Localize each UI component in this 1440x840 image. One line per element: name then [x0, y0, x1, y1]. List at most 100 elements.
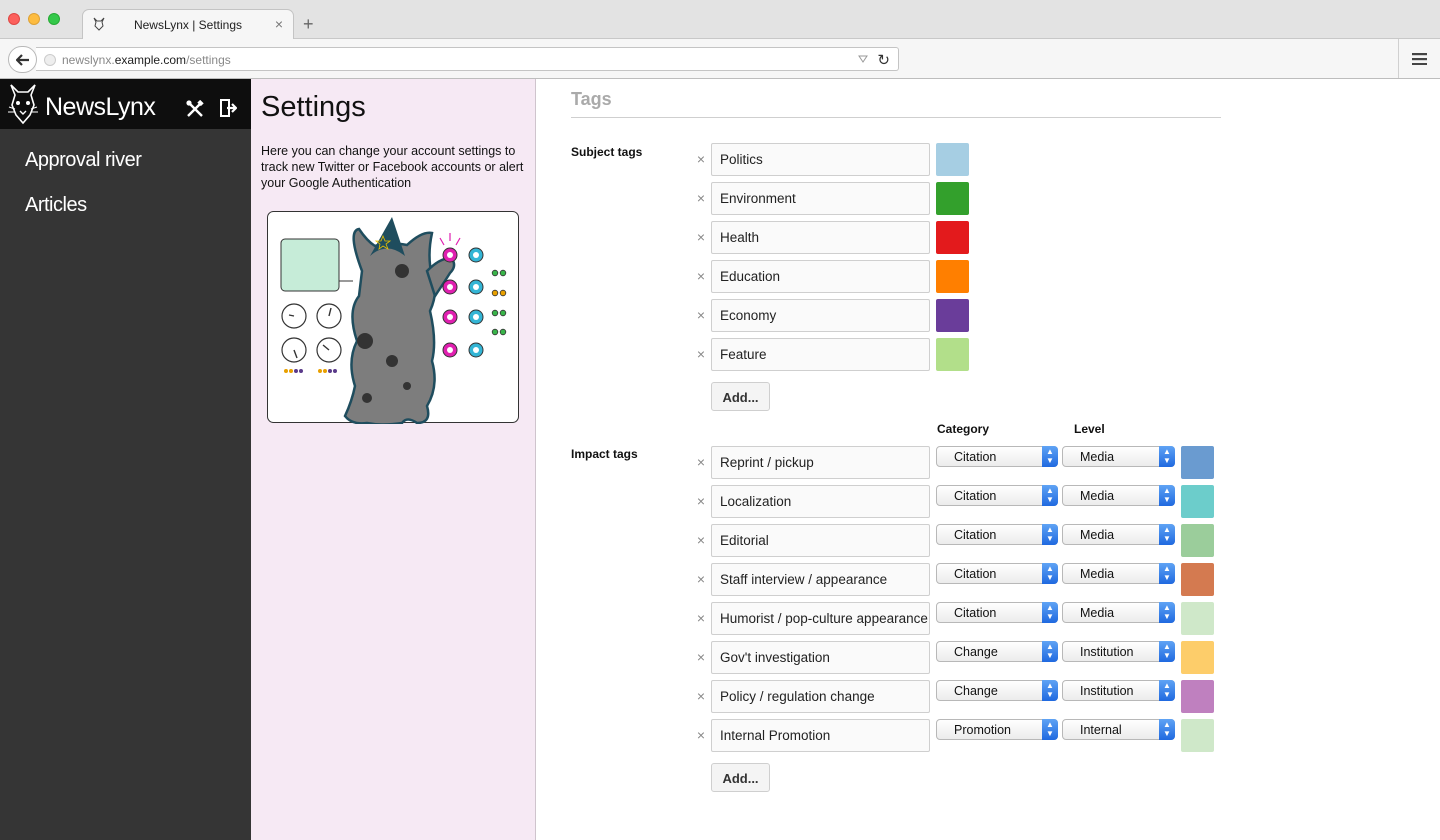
globe-icon: [44, 54, 56, 66]
browser-tab[interactable]: NewsLynx | Settings ×: [82, 9, 294, 40]
remove-tag-icon[interactable]: ×: [695, 727, 707, 743]
tag-color-swatch[interactable]: [1181, 524, 1214, 557]
select-arrows-icon: ▲ ▼: [1042, 719, 1058, 740]
remove-tag-icon[interactable]: ×: [695, 307, 707, 323]
tag-color-swatch[interactable]: [936, 182, 969, 215]
level-select[interactable]: Media ▲ ▼: [1062, 524, 1175, 545]
settings-tools-icon[interactable]: [186, 100, 204, 118]
remove-tag-icon[interactable]: ×: [695, 229, 707, 245]
category-select[interactable]: Change ▲ ▼: [936, 641, 1058, 662]
category-select[interactable]: Citation ▲ ▼: [936, 485, 1058, 506]
remove-tag-icon[interactable]: ×: [695, 610, 707, 626]
tag-color-swatch[interactable]: [1181, 446, 1214, 479]
nav-item-articles[interactable]: Articles: [25, 194, 87, 217]
impact-tag-name-input[interactable]: Policy / regulation change: [711, 680, 930, 713]
tag-color-swatch[interactable]: [936, 260, 969, 293]
subject-tag-name-input[interactable]: Politics: [711, 143, 930, 176]
impact-tags-label: Impact tags: [571, 447, 638, 461]
category-select-value: Citation: [954, 606, 997, 620]
new-tab-button[interactable]: +: [303, 14, 314, 34]
remove-tag-icon[interactable]: ×: [695, 571, 707, 587]
level-select-value: Institution: [1080, 684, 1134, 698]
url-domain: example.com: [114, 53, 187, 67]
subject-tag-name-input[interactable]: Health: [711, 221, 930, 254]
url-path: /settings: [186, 53, 231, 67]
category-select[interactable]: Citation ▲ ▼: [936, 563, 1058, 584]
add-impact-tag-button[interactable]: Add...: [711, 763, 770, 792]
impact-tag-name-input[interactable]: Reprint / pickup: [711, 446, 930, 479]
url-dropdown-icon[interactable]: [858, 55, 868, 63]
level-select[interactable]: Media ▲ ▼: [1062, 563, 1175, 584]
category-select-value: Citation: [954, 450, 997, 464]
remove-tag-icon[interactable]: ×: [695, 532, 707, 548]
category-select[interactable]: Change ▲ ▼: [936, 680, 1058, 701]
category-select[interactable]: Citation ▲ ▼: [936, 524, 1058, 545]
subject-tag-name-input[interactable]: Education: [711, 260, 930, 293]
impact-tag-name-input[interactable]: Staff interview / appearance: [711, 563, 930, 596]
tag-color-swatch[interactable]: [1181, 719, 1214, 752]
category-select[interactable]: Promotion ▲ ▼: [936, 719, 1058, 740]
minimize-window-button[interactable]: [28, 13, 40, 25]
tag-color-swatch[interactable]: [1181, 641, 1214, 674]
select-arrows-icon: ▲ ▼: [1159, 485, 1175, 506]
tag-color-swatch[interactable]: [936, 143, 969, 176]
impact-tag-name-input[interactable]: Editorial: [711, 524, 930, 557]
level-select[interactable]: Institution ▲ ▼: [1062, 641, 1175, 662]
logout-icon[interactable]: [219, 98, 237, 118]
select-arrows-icon: ▲ ▼: [1042, 641, 1058, 662]
app-name: NewsLynx: [45, 93, 156, 121]
level-select-value: Media: [1080, 567, 1115, 581]
tag-color-swatch[interactable]: [1181, 602, 1214, 635]
category-select[interactable]: Citation ▲ ▼: [936, 446, 1058, 467]
remove-tag-icon[interactable]: ×: [695, 190, 707, 206]
level-select[interactable]: Institution ▲ ▼: [1062, 680, 1175, 701]
url-bar[interactable]: newslynx.example.com/settings ↻: [36, 47, 899, 71]
back-button[interactable]: [8, 46, 37, 73]
impact-tag-name-input[interactable]: Internal Promotion: [711, 719, 930, 752]
level-select[interactable]: Media ▲ ▼: [1062, 602, 1175, 623]
tag-color-swatch[interactable]: [936, 338, 969, 371]
url-text: newslynx.example.com/settings: [62, 53, 231, 67]
tag-color-swatch[interactable]: [1181, 563, 1214, 596]
reload-icon[interactable]: ↻: [877, 51, 890, 69]
level-select[interactable]: Media ▲ ▼: [1062, 485, 1175, 506]
hamburger-menu-icon: [1412, 52, 1427, 65]
select-arrows-icon: ▲ ▼: [1159, 602, 1175, 623]
level-select-value: Institution: [1080, 645, 1134, 659]
tag-color-swatch[interactable]: [1181, 485, 1214, 518]
close-window-button[interactable]: [8, 13, 20, 25]
tag-color-swatch[interactable]: [936, 221, 969, 254]
level-select-value: Media: [1080, 528, 1115, 542]
select-arrows-icon: ▲ ▼: [1042, 485, 1058, 506]
level-select[interactable]: Media ▲ ▼: [1062, 446, 1175, 467]
browser-menu-button[interactable]: [1398, 39, 1440, 78]
maximize-window-button[interactable]: [48, 13, 60, 25]
category-select-value: Citation: [954, 567, 997, 581]
tag-color-swatch[interactable]: [1181, 680, 1214, 713]
impact-tag-name-input[interactable]: Humorist / pop-culture appearance: [711, 602, 930, 635]
select-arrows-icon: ▲ ▼: [1042, 680, 1058, 701]
remove-tag-icon[interactable]: ×: [695, 268, 707, 284]
level-select-value: Media: [1080, 489, 1115, 503]
add-subject-tag-button[interactable]: Add...: [711, 382, 770, 411]
tab-close-icon[interactable]: ×: [275, 16, 283, 32]
tag-color-swatch[interactable]: [936, 299, 969, 332]
remove-tag-icon[interactable]: ×: [695, 346, 707, 362]
subject-tag-name-input[interactable]: Feature: [711, 338, 930, 371]
category-select[interactable]: Citation ▲ ▼: [936, 602, 1058, 623]
impact-tag-name-input[interactable]: Localization: [711, 485, 930, 518]
subject-tag-name-input[interactable]: Environment: [711, 182, 930, 215]
sidebar: NewsLynx Approval river Articles: [0, 79, 251, 840]
settings-info-panel: Settings Here you can change your accoun…: [251, 79, 536, 840]
remove-tag-icon[interactable]: ×: [695, 454, 707, 470]
impact-tag-name-input[interactable]: Gov't investigation: [711, 641, 930, 674]
level-select[interactable]: Internal ▲ ▼: [1062, 719, 1175, 740]
page-title: Settings: [261, 91, 366, 123]
remove-tag-icon[interactable]: ×: [695, 649, 707, 665]
remove-tag-icon[interactable]: ×: [695, 151, 707, 167]
nav-item-approval-river[interactable]: Approval river: [25, 149, 142, 172]
remove-tag-icon[interactable]: ×: [695, 688, 707, 704]
select-arrows-icon: ▲ ▼: [1159, 524, 1175, 545]
remove-tag-icon[interactable]: ×: [695, 493, 707, 509]
subject-tag-name-input[interactable]: Economy: [711, 299, 930, 332]
